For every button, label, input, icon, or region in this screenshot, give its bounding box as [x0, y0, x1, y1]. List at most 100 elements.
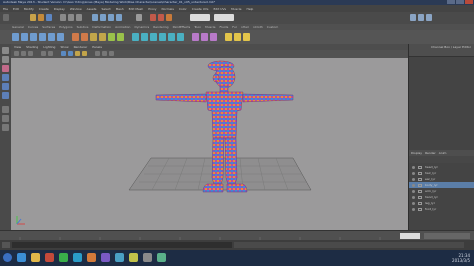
app-icon[interactable] — [59, 253, 68, 262]
shelf-tab-nhair[interactable]: nHair — [241, 25, 249, 29]
poly-torus-icon[interactable] — [57, 33, 64, 41]
start-button-icon[interactable] — [3, 253, 12, 262]
menu-muscle[interactable]: Muscle — [231, 7, 241, 11]
menu-create[interactable]: Create — [39, 7, 49, 11]
menu-select[interactable]: Select — [101, 7, 110, 11]
select-tool-icon[interactable] — [2, 47, 9, 54]
visibility-icon[interactable] — [412, 177, 415, 181]
browser-icon[interactable] — [17, 253, 26, 262]
planar-mapping-icon[interactable] — [225, 33, 232, 41]
insert-edge-loop-icon[interactable] — [177, 33, 184, 41]
extract-icon[interactable] — [90, 33, 97, 41]
combine-icon[interactable] — [72, 33, 79, 41]
cylindrical-mapping-icon[interactable] — [234, 33, 241, 41]
menu-create-uvs[interactable]: Create UVs — [192, 7, 209, 11]
render-frame-icon[interactable] — [150, 14, 156, 21]
show-tool-settings-icon[interactable] — [418, 14, 424, 21]
layer-color-box[interactable] — [418, 165, 422, 169]
command-line[interactable] — [0, 240, 474, 250]
xray-icon[interactable] — [109, 51, 114, 56]
outliner-layout-icon[interactable] — [2, 124, 9, 131]
shelf-tab-polygons[interactable]: Polygons — [59, 25, 72, 29]
move-tool-icon[interactable] — [2, 74, 9, 81]
close-button[interactable] — [465, 0, 473, 4]
open-scene-icon[interactable] — [38, 14, 44, 21]
shelf-tab-custom[interactable]: Custom — [267, 25, 279, 29]
snap-point-icon[interactable] — [108, 14, 114, 21]
media-icon[interactable] — [45, 253, 54, 262]
show-attribute-editor-icon[interactable] — [410, 14, 416, 21]
shelf-tab-dynamics[interactable]: Dynamics — [134, 25, 149, 29]
menu-normals[interactable]: Normals — [162, 7, 174, 11]
visibility-icon[interactable] — [412, 207, 415, 211]
viewport-menu-lighting[interactable]: Lighting — [43, 45, 55, 49]
lasso-tool-icon[interactable] — [2, 56, 9, 63]
camera-attributes-icon[interactable] — [21, 51, 26, 56]
app-icon[interactable] — [143, 253, 152, 262]
ipr-render-icon[interactable] — [158, 14, 164, 21]
layer-color-box[interactable] — [418, 171, 422, 175]
paint-select-tool-icon[interactable] — [2, 65, 9, 72]
layer-tab-display[interactable]: Display — [411, 151, 422, 155]
average-vertices-icon[interactable] — [117, 33, 124, 41]
render-settings-icon[interactable] — [166, 14, 172, 21]
layer-tab-render[interactable]: Render — [425, 151, 436, 155]
menu-display[interactable]: Display — [54, 7, 65, 11]
smooth-shade-icon[interactable] — [68, 51, 73, 56]
menu-edit-mesh[interactable]: Edit Mesh — [129, 7, 144, 11]
maximize-button[interactable] — [456, 0, 464, 4]
layer-row[interactable]: foot_lyr — [409, 206, 474, 212]
isolate-select-icon[interactable] — [102, 51, 107, 56]
menu-assets[interactable]: Assets — [87, 7, 97, 11]
shelf-tab-ncloth[interactable]: nCloth — [253, 25, 263, 29]
bookmark-icon[interactable] — [28, 51, 33, 56]
poly-plane-icon[interactable] — [48, 33, 55, 41]
shadows-icon[interactable] — [95, 51, 100, 56]
viewport-menu-panels[interactable]: Panels — [92, 45, 102, 49]
history-icon[interactable] — [136, 14, 142, 21]
textured-icon[interactable] — [75, 51, 80, 56]
new-scene-icon[interactable] — [30, 14, 36, 21]
bridge-icon[interactable] — [141, 33, 148, 41]
command-input[interactable] — [12, 242, 232, 248]
layer-color-box[interactable] — [418, 183, 422, 187]
shelf-tab-animation[interactable]: Animation — [115, 25, 130, 29]
current-frame-field[interactable] — [400, 233, 420, 239]
menu-proxy[interactable]: Proxy — [148, 7, 156, 11]
viewport-menu-show[interactable]: Show — [60, 45, 68, 49]
visibility-icon[interactable] — [412, 183, 415, 187]
merge-icon[interactable] — [201, 33, 208, 41]
menu-file[interactable]: File — [3, 7, 8, 11]
append-polygon-icon[interactable] — [150, 33, 157, 41]
select-object-icon[interactable] — [68, 14, 74, 21]
bevel-icon[interactable] — [192, 33, 199, 41]
rotate-tool-icon[interactable] — [2, 83, 9, 90]
smooth-icon[interactable] — [108, 33, 115, 41]
separate-icon[interactable] — [81, 33, 88, 41]
snap-curve-icon[interactable] — [100, 14, 106, 21]
shelf-tab-fluids[interactable]: Fluids — [220, 25, 229, 29]
menu-modify[interactable]: Modify — [24, 7, 34, 11]
maya-icon[interactable] — [73, 253, 82, 262]
menu-edit[interactable]: Edit — [13, 7, 19, 11]
single-view-icon[interactable] — [2, 106, 9, 113]
layer-color-box[interactable] — [418, 207, 422, 211]
explorer-icon[interactable] — [31, 253, 40, 262]
app-icon[interactable] — [115, 253, 124, 262]
viewport-menu-renderer[interactable]: Renderer — [74, 45, 88, 49]
visibility-icon[interactable] — [412, 201, 415, 205]
system-clock[interactable]: 21:34 2013/3/5 — [452, 253, 470, 263]
shelf-tab-surfaces[interactable]: Surfaces — [42, 25, 55, 29]
grid-toggle-icon[interactable] — [48, 51, 53, 56]
photoshop-icon[interactable] — [87, 253, 96, 262]
layer-color-box[interactable] — [418, 195, 422, 199]
fill-hole-icon[interactable] — [159, 33, 166, 41]
perspective-viewport[interactable] — [11, 58, 408, 230]
layer-tab-anim[interactable]: Anim — [439, 151, 447, 155]
shelf-tab-muscle[interactable]: Muscle — [205, 25, 215, 29]
wireframe-icon[interactable] — [61, 51, 66, 56]
input-field[interactable] — [190, 14, 210, 21]
viewport-menu-view[interactable]: View — [14, 45, 21, 49]
menu-window[interactable]: Window — [70, 7, 82, 11]
menu-set-dropdown[interactable] — [3, 14, 9, 21]
